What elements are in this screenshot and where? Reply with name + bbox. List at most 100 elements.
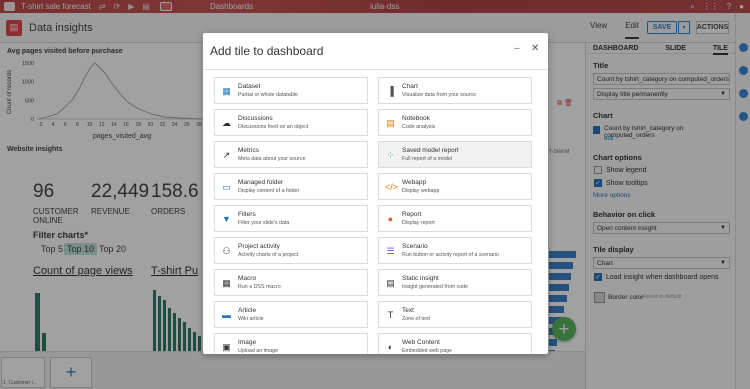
modal-title: Add tile to dashboard (210, 44, 324, 58)
more-options-link[interactable]: More options (593, 192, 631, 199)
macro-icon: ▦ (222, 278, 231, 288)
reset-border-link[interactable]: Reset to default (643, 294, 682, 300)
tile-option-title: Static insight (402, 275, 439, 282)
tile-option-report[interactable]: ● Report Display report (378, 205, 532, 232)
tile-settings-panel: DASHBOARD SLIDE TILE Title Count by tshi… (585, 43, 735, 389)
chart-icon: ▐ (387, 86, 394, 96)
title-mode-select[interactable]: Display title permanently ▼ (593, 88, 730, 100)
tile-option-description: Meta data about your source (238, 156, 306, 162)
tile-option-scenario[interactable]: ☰ Scenario Run button or activity report o… (378, 237, 532, 264)
tile-option-webapp[interactable]: </> Webapp Display webapp (378, 173, 532, 200)
tile-option-title: Saved model report (402, 147, 459, 154)
tile-option-description: Activity charts of a project (238, 252, 299, 258)
tile-option-description: Visualize data from your source (402, 92, 477, 98)
notebook-icon: ▤ (386, 118, 395, 128)
tile-option-discussions[interactable]: ☁ Discussions Discussions feed on an objec… (214, 109, 368, 136)
tile-display-select[interactable]: Chart ▼ (593, 257, 730, 269)
tile-option-chart[interactable]: ▐ Chart Visualize data from your source (378, 77, 532, 104)
tile-option-title: Filters (238, 211, 256, 218)
tile-option-title: Macro (238, 275, 257, 282)
panel-tabs: DASHBOARD SLIDE TILE (586, 43, 735, 55)
web-content-icon: ◐ (387, 342, 394, 352)
behavior-select[interactable]: Open content insight ▼ (593, 222, 730, 234)
tile-option-managed-folder[interactable]: ▭ Managed folder Display content of a fold… (214, 173, 368, 200)
tile-option-title: Scenario (402, 243, 428, 250)
add-tile-modal: Add tile to dashboard – ✕ ☝ ▦DatasetPart… (203, 33, 548, 354)
tile-option-title: Web Content (402, 339, 440, 346)
info-icon[interactable] (738, 43, 748, 52)
tile-option-dataset[interactable]: ▦ Dataset Partial or whole datatable (214, 77, 368, 104)
tile-option-description: Embedded web page (402, 348, 453, 354)
discussions-icon: ☁ (222, 118, 231, 128)
tile-option-description: Filter your slide's data (238, 220, 290, 226)
tile-option-image[interactable]: ▣ Image Upload an image (214, 333, 368, 354)
settings-icon[interactable] (738, 66, 748, 75)
chart-reference: Count by tshirt_category on computed_ord… (604, 125, 684, 139)
tile-option-title: Chart (402, 83, 418, 90)
divider (203, 69, 548, 70)
tile-option-saved-model-report[interactable]: ⁘ Saved model report Full report of a mode… (378, 141, 532, 168)
static-insight-icon: ▤ (386, 278, 395, 288)
metrics-icon: ↗ (222, 150, 231, 160)
tile-option-title: Dataset (238, 83, 261, 90)
saved-model-icon: ⁘ (386, 150, 395, 160)
tab-dashboard[interactable]: DASHBOARD (593, 45, 639, 53)
tile-option-static-insight[interactable]: ▤ Static insight Insight generated from co… (378, 269, 532, 296)
dataset-icon: ▦ (222, 86, 231, 96)
tile-option-title: Discussions (238, 115, 273, 122)
tile-option-description: Display webapp (402, 188, 440, 194)
history-icon[interactable] (738, 112, 748, 121)
tile-option-title: Image (238, 339, 257, 346)
load-insight-checkbox[interactable]: ✓ Load insight when dashboard opens (594, 273, 718, 281)
tile-option-title: Article (238, 307, 257, 314)
tile-option-description: Wiki article (238, 316, 264, 322)
close-icon[interactable]: ✕ (531, 43, 539, 54)
tab-tile[interactable]: TILE (712, 45, 728, 55)
tab-slide[interactable]: SLIDE (665, 45, 686, 53)
minimize-icon[interactable]: – (514, 43, 520, 54)
tile-option-description: Zone of text (402, 316, 430, 322)
folder-icon: ▭ (222, 182, 231, 192)
filters-icon: ▼ (222, 214, 231, 224)
show-tooltips-checkbox[interactable]: ✓ Show tooltips (594, 179, 648, 187)
tile-option-title: Project activity (238, 243, 280, 250)
title-input[interactable]: Count by tshirt_category on computed_ord… (593, 73, 730, 85)
chevron-down-icon: ▼ (720, 91, 726, 97)
tile-option-description: Run a DSS macro (238, 284, 281, 290)
tile-option-description: Display report (402, 220, 435, 226)
tile-option-title: Webapp (402, 179, 427, 186)
tile-option-article[interactable]: ▬ Article Wiki article (214, 301, 368, 328)
tile-option-web-content[interactable]: ◐ Web Content Embedded web page (378, 333, 532, 354)
section-title: Title (593, 61, 609, 70)
show-legend-checkbox[interactable]: Show legend (594, 166, 646, 174)
tile-option-macro[interactable]: ▦ Macro Run a DSS macro (214, 269, 368, 296)
tile-option-description: Discussions feed on an object (238, 124, 309, 130)
tile-option-description: Full report of a model (402, 156, 453, 162)
tile-option-title: Notebook (402, 115, 430, 122)
webapp-icon: </> (385, 182, 399, 192)
tile-option-project-activity[interactable]: ⚇ Project activity Activity charts of a pr… (214, 237, 368, 264)
article-icon: ▬ (222, 310, 231, 320)
chart-icon (593, 126, 600, 134)
tile-option-notebook[interactable]: ▤ Notebook Code analysis (378, 109, 532, 136)
tile-option-title: Metrics (238, 147, 259, 154)
text-icon: T (387, 310, 394, 320)
section-title: Chart (593, 111, 613, 120)
edit-chart-link[interactable]: edit (604, 136, 614, 142)
tile-option-title: Text (402, 307, 414, 314)
border-color-label: Border color (608, 294, 644, 301)
tile-option-filters[interactable]: ▼ Filters Filter your slide's data (214, 205, 368, 232)
project-activity-icon: ⚇ (222, 246, 231, 256)
tile-option-title: Report (402, 211, 422, 218)
discussion-icon[interactable] (738, 89, 748, 98)
tile-option-description: Run button or activity report of a scena… (402, 252, 499, 258)
tile-option-metrics[interactable]: ↗ Metrics Meta data about your source (214, 141, 368, 168)
section-title: Behavior on click (593, 210, 656, 219)
tile-option-description: Code analysis (402, 124, 436, 130)
tile-option-text[interactable]: T Text Zone of text (378, 301, 532, 328)
right-sidebar (735, 13, 750, 389)
report-icon: ● (387, 214, 394, 224)
border-color-swatch[interactable] (594, 292, 605, 303)
tile-option-description: Display content of a folder (238, 188, 300, 194)
tile-option-description: Insight generated from code (402, 284, 468, 290)
